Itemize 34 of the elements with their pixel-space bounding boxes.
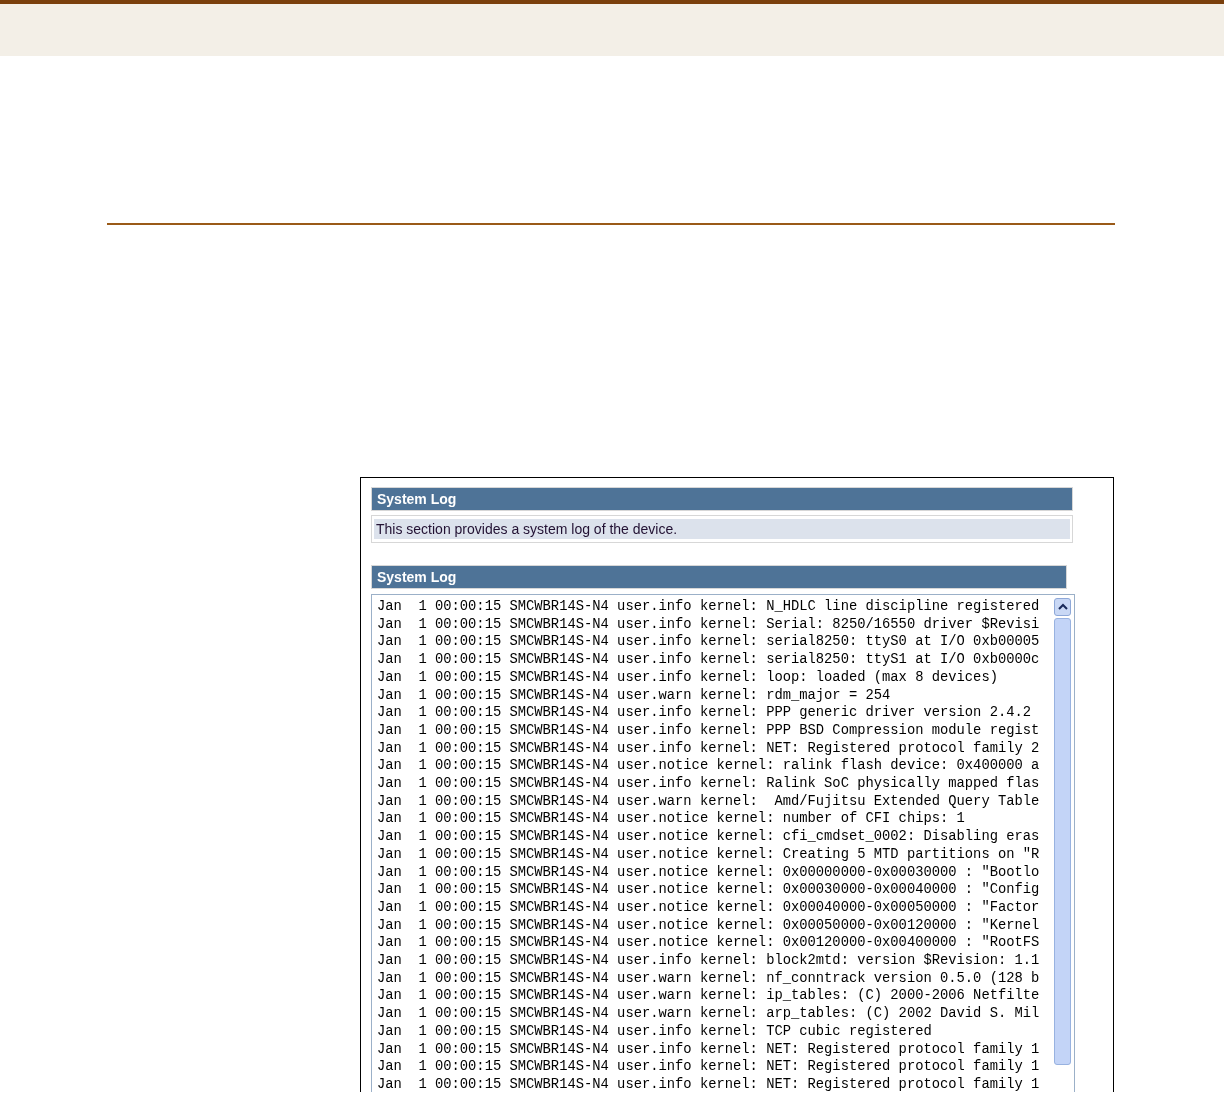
log-line: Jan 1 00:00:15 SMCWBR14S-N4 user.notice kernel: 0x00030000-0x00040000 : "Config [377,881,1041,899]
log-line: Jan 1 00:00:15 SMCWBR14S-N4 user.info kernel: loop: loaded (max 8 devices) [377,668,999,687]
log-line: Jan 1 00:00:15 SMCWBR14S-N4 user.info kernel: PPP BSD Compression module regist [377,721,1041,740]
log-line: Jan 1 00:00:15 SMCWBR14S-N4 user.info kernel: block2mtd: version $Revision: 1.1 [377,952,1041,970]
description-text: This section provides a system log of the device. [374,519,1070,539]
log-line: Jan 1 00:00:15 SMCWBR14S-N4 user.info kernel: TCP cubic registered [377,1022,933,1041]
log-line: Jan 1 00:00:15 SMCWBR14S-N4 user.info kernel: N_HDLC line discipline registered [377,598,1041,616]
log-line: Jan 1 00:00:15 SMCWBR14S-N4 user.info kernel: NET: Registered protocol family 1 [377,1058,1041,1076]
log-line: Jan 1 00:00:15 SMCWBR14S-N4 user.info kernel: PPP generic driver version 2.4.2 [377,704,1033,722]
log-line: Jan 1 00:00:15 SMCWBR14S-N4 user.notice kernel: ralink flash device: 0x400000 a [377,757,1041,776]
log-line: Jan 1 00:00:15 SMCWBR14S-N4 user.info kernel: NET: Registered protocol family 1 [377,1076,1041,1092]
log-line: Jan 1 00:00:15 SMCWBR14S-N4 user.notice kernel: 0x00050000-0x00120000 : "Kernel [377,916,1041,935]
section-header: System Log [371,487,1073,511]
log-textarea[interactable] [371,594,1075,1092]
log-line: Jan 1 00:00:15 SMCWBR14S-N4 user.info kernel: serial8250: ttyS1 at I/O 0xb0000c [377,651,1041,669]
log-line: Jan 1 00:00:15 SMCWBR14S-N4 user.info kernel: Ralink SoC physically mapped flas [377,775,1041,793]
log-line: Jan 1 00:00:15 SMCWBR14S-N4 user.notice kernel: Creating 5 MTD partitions on "R [377,845,1041,864]
log-line: Jan 1 00:00:15 SMCWBR14S-N4 user.notice kernel: 0x00000000-0x00030000 : "Bootlo [377,863,1041,882]
section-header: System Log [371,565,1067,589]
log-line: Jan 1 00:00:15 SMCWBR14S-N4 user.notice kernel: number of CFI chips: 1 [377,810,966,829]
log-line: Jan 1 00:00:15 SMCWBR14S-N4 user.warn kernel: Amd/Fujitsu Extended Query Table [377,792,1041,811]
log-line: Jan 1 00:00:15 SMCWBR14S-N4 user.notice kernel: cfi_cmdset_0002: Disabling eras [377,828,1041,846]
log-line: Jan 1 00:00:15 SMCWBR14S-N4 user.warn kernel: rdm_major = 254 [377,686,892,705]
log-line: Jan 1 00:00:15 SMCWBR14S-N4 user.warn kernel: arp_tables: (C) 2002 David S. Mil [377,1005,1041,1023]
log-line: Jan 1 00:00:15 SMCWBR14S-N4 user.warn kernel: ip_tables: (C) 2000-2006 Netfilte [377,987,1041,1006]
log-line: Jan 1 00:00:15 SMCWBR14S-N4 user.info kernel: Serial: 8250/16550 driver $Revisi [377,615,1041,634]
log-line: Jan 1 00:00:15 SMCWBR14S-N4 user.notice kernel: 0x00120000-0x00400000 : "RootFS [377,934,1041,953]
log-line: Jan 1 00:00:15 SMCWBR14S-N4 user.warn kernel: nf_conntrack version 0.5.0 (128 b [377,969,1041,988]
log-line: Jan 1 00:00:15 SMCWBR14S-N4 user.info kernel: NET: Registered protocol family 2 [377,739,1041,758]
log-line: Jan 1 00:00:15 SMCWBR14S-N4 user.notice kernel: 0x00040000-0x00050000 : "Factor [377,898,1041,917]
log-line: Jan 1 00:00:15 SMCWBR14S-N4 user.info kernel: serial8250: ttyS0 at I/O 0xb00005 [377,633,1041,652]
scroll-up-button[interactable] [1054,598,1071,616]
caret-icon [1057,603,1068,611]
log-line: Jan 1 00:00:15 SMCWBR14S-N4 user.info kernel: NET: Registered protocol family 1 [377,1040,1041,1059]
